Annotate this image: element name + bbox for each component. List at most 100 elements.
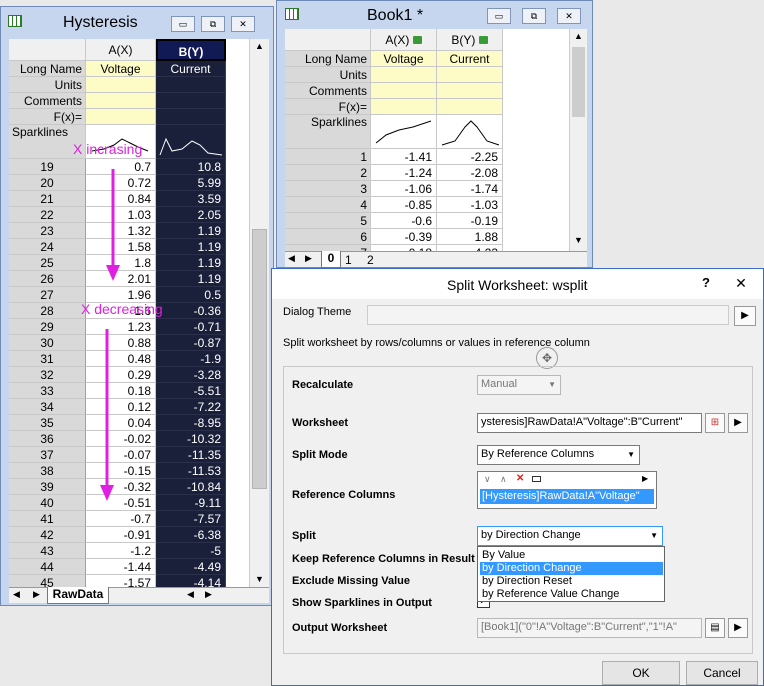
table-cell[interactable]: -0.36 bbox=[156, 303, 226, 319]
long-name-a[interactable]: Voltage bbox=[371, 51, 437, 67]
row-header[interactable]: 20 bbox=[9, 175, 86, 191]
table-cell[interactable]: -0.7 bbox=[86, 511, 156, 527]
close-button[interactable]: ✕ bbox=[718, 269, 764, 297]
row-header[interactable]: 25 bbox=[9, 255, 86, 271]
row-header[interactable]: 1 bbox=[285, 149, 371, 165]
table-cell[interactable]: -1.2 bbox=[86, 543, 156, 559]
table-cell[interactable]: -4.14 bbox=[156, 575, 226, 587]
table-cell[interactable]: -1.06 bbox=[371, 181, 437, 197]
table-cell[interactable]: -7.22 bbox=[156, 399, 226, 415]
table-cell[interactable]: -9.11 bbox=[156, 495, 226, 511]
restore-button[interactable]: ⧉ bbox=[201, 16, 225, 32]
hscroll-right-icon[interactable]: ▶ bbox=[205, 589, 212, 600]
row-header[interactable]: 26 bbox=[9, 271, 86, 287]
row-header[interactable]: 27 bbox=[9, 287, 86, 303]
theme-menu-arrow-icon[interactable]: ▶ bbox=[734, 306, 756, 326]
table-cell[interactable]: -0.6 bbox=[371, 213, 437, 229]
sheet-tab-rawdata[interactable]: RawData bbox=[47, 587, 109, 604]
table-cell[interactable]: -1.03 bbox=[437, 197, 503, 213]
long-name-a[interactable]: Voltage bbox=[86, 61, 156, 77]
table-cell[interactable]: -10.84 bbox=[156, 479, 226, 495]
row-header[interactable]: 30 bbox=[9, 335, 86, 351]
option-by-value[interactable]: By Value bbox=[480, 549, 663, 562]
row-header[interactable]: 23 bbox=[9, 223, 86, 239]
table-cell[interactable]: -5 bbox=[156, 543, 226, 559]
row-header[interactable]: 2 bbox=[285, 165, 371, 181]
table-cell[interactable]: -0.71 bbox=[156, 319, 226, 335]
split-mode-select[interactable]: By Reference Columns ▼ bbox=[477, 445, 640, 465]
row-header[interactable]: 5 bbox=[285, 213, 371, 229]
table-cell[interactable]: -0.87 bbox=[156, 335, 226, 351]
row-header[interactable]: 39 bbox=[9, 479, 86, 495]
output-menu-arrow-icon[interactable]: ▶ bbox=[728, 618, 748, 638]
row-header[interactable]: 29 bbox=[9, 319, 86, 335]
row-header[interactable]: 34 bbox=[9, 399, 86, 415]
table-cell[interactable]: -1.9 bbox=[156, 351, 226, 367]
row-header[interactable]: 33 bbox=[9, 383, 86, 399]
help-button[interactable]: ? bbox=[702, 275, 710, 290]
table-cell[interactable]: 1.88 bbox=[437, 229, 503, 245]
long-name-b[interactable]: Current bbox=[437, 51, 503, 67]
row-header[interactable]: 36 bbox=[9, 431, 86, 447]
row-header[interactable]: 3 bbox=[285, 181, 371, 197]
table-cell[interactable]: 3.59 bbox=[156, 191, 226, 207]
table-cell[interactable]: -3.28 bbox=[156, 367, 226, 383]
table-cell[interactable]: -11.35 bbox=[156, 447, 226, 463]
first-sheet-icon[interactable]: ◀ bbox=[13, 589, 20, 600]
minimize-button[interactable]: ▭ bbox=[487, 8, 511, 24]
row-header[interactable]: 28 bbox=[9, 303, 86, 319]
restore-button[interactable]: ⧉ bbox=[522, 8, 546, 24]
cancel-button[interactable]: Cancel bbox=[686, 661, 758, 685]
table-cell[interactable]: 2.05 bbox=[156, 207, 226, 223]
option-by-direction-change[interactable]: by Direction Change bbox=[480, 562, 663, 575]
close-button[interactable]: ✕ bbox=[557, 8, 581, 24]
row-header[interactable]: 42 bbox=[9, 527, 86, 543]
column-header-a[interactable]: A(X) bbox=[371, 29, 437, 51]
delete-icon[interactable]: ✕ bbox=[516, 473, 524, 484]
dialog-theme-field[interactable] bbox=[367, 305, 729, 325]
vertical-scrollbar[interactable]: ▲ ▼ bbox=[569, 29, 587, 251]
vertical-scrollbar[interactable]: ▲ ▼ bbox=[249, 39, 269, 587]
scroll-thumb[interactable] bbox=[252, 229, 267, 489]
move-down-icon[interactable]: ∨ bbox=[484, 474, 491, 485]
long-name-b[interactable]: Current bbox=[156, 61, 226, 77]
row-header[interactable]: 22 bbox=[9, 207, 86, 223]
table-cell[interactable]: -2.25 bbox=[437, 149, 503, 165]
row-header[interactable]: 35 bbox=[9, 415, 86, 431]
row-header[interactable]: 4 bbox=[285, 197, 371, 213]
table-cell[interactable]: 10.8 bbox=[156, 159, 226, 175]
sheet-tab-2[interactable]: 2 bbox=[367, 253, 374, 267]
table-cell[interactable]: -1.57 bbox=[86, 575, 156, 587]
table-cell[interactable]: 1.19 bbox=[156, 223, 226, 239]
output-browse-icon[interactable]: ▤ bbox=[705, 618, 725, 638]
hscroll-left-icon[interactable]: ◀ bbox=[187, 589, 194, 600]
scroll-down-icon[interactable]: ▼ bbox=[574, 235, 583, 245]
first-sheet-icon[interactable]: ◀ bbox=[288, 253, 295, 264]
add-row-icon[interactable] bbox=[532, 476, 541, 482]
sheet-tab-0[interactable]: 0 bbox=[321, 251, 341, 268]
sheet-tab-1[interactable]: 1 bbox=[345, 253, 352, 267]
table-cell[interactable]: -11.53 bbox=[156, 463, 226, 479]
scroll-down-icon[interactable]: ▼ bbox=[255, 574, 264, 584]
row-header[interactable]: 37 bbox=[9, 447, 86, 463]
table-cell[interactable]: -5.51 bbox=[156, 383, 226, 399]
table-cell[interactable]: -0.39 bbox=[371, 229, 437, 245]
ok-button[interactable]: OK bbox=[602, 661, 680, 685]
row-header[interactable]: 21 bbox=[9, 191, 86, 207]
table-cell[interactable]: -1.41 bbox=[371, 149, 437, 165]
last-sheet-icon[interactable]: ▶ bbox=[33, 589, 40, 600]
row-header[interactable]: 41 bbox=[9, 511, 86, 527]
table-cell[interactable]: -6.38 bbox=[156, 527, 226, 543]
book1-sheet[interactable]: A(X) B(Y) Long Name Units Comments F(x)=… bbox=[285, 29, 569, 251]
row-header[interactable]: 32 bbox=[9, 367, 86, 383]
row-header[interactable]: 19 bbox=[9, 159, 86, 175]
table-cell[interactable]: 1.19 bbox=[156, 271, 226, 287]
table-cell[interactable]: -1.74 bbox=[437, 181, 503, 197]
row-header[interactable]: 43 bbox=[9, 543, 86, 559]
table-cell[interactable]: 1.19 bbox=[156, 255, 226, 271]
row-header[interactable]: 45 bbox=[9, 575, 86, 587]
row-header[interactable]: 24 bbox=[9, 239, 86, 255]
table-cell[interactable]: -7.57 bbox=[156, 511, 226, 527]
row-header[interactable]: 31 bbox=[9, 351, 86, 367]
table-cell[interactable]: 0.5 bbox=[156, 287, 226, 303]
